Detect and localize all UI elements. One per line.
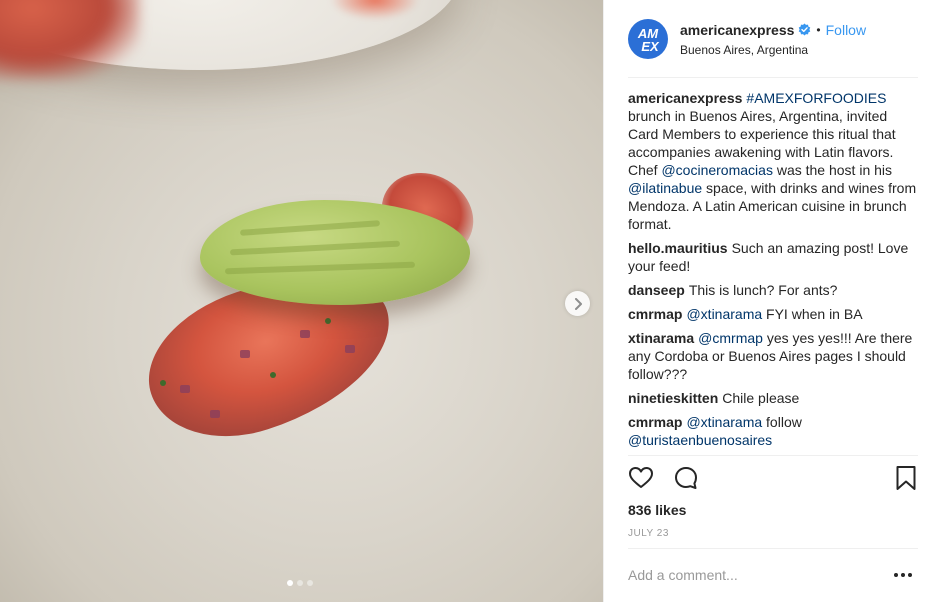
next-photo-button[interactable]: [565, 291, 590, 316]
comment-author[interactable]: xtinarama: [628, 330, 694, 346]
onion-bit: [345, 345, 355, 353]
herb-bit: [160, 380, 166, 386]
herb-bit: [325, 318, 331, 324]
caption-mention[interactable]: @ilatinabue: [628, 180, 702, 196]
onion-bit: [240, 350, 250, 358]
comment-mention[interactable]: @xtinarama: [686, 306, 762, 322]
herb-bit: [270, 372, 276, 378]
background-food-blur: [0, 0, 140, 80]
comment-button[interactable]: [673, 465, 699, 496]
chevron-right-icon: [574, 297, 582, 310]
header-line: americanexpress • Follow: [680, 22, 866, 38]
comment-author[interactable]: cmrmap: [628, 306, 682, 322]
divider: [628, 548, 918, 549]
onion-bit: [300, 330, 310, 338]
divider: [628, 455, 918, 456]
post-photo[interactable]: [0, 0, 603, 602]
post-header: AM EX americanexpress • Follow Buenos Ai…: [628, 17, 918, 61]
ellipsis-icon-dot: [901, 573, 905, 577]
onion-bit: [180, 385, 190, 393]
comment-mention[interactable]: @xtinarama: [686, 414, 762, 430]
heart-icon: [629, 467, 653, 488]
like-button[interactable]: [628, 465, 654, 496]
comment-text: This is lunch? For ants?: [688, 282, 838, 298]
save-button[interactable]: [894, 465, 918, 496]
ellipsis-icon-dot: [894, 573, 898, 577]
comment-author[interactable]: cmrmap: [628, 414, 682, 430]
caption-hashtag[interactable]: #AMEXFORFOODIES: [746, 90, 886, 106]
comment-item: danseep This is lunch? For ants?: [628, 281, 920, 299]
likes-count[interactable]: 836 likes: [628, 502, 686, 518]
comment-author[interactable]: ninetieskitten: [628, 390, 718, 406]
post-date[interactable]: JULY 23: [628, 528, 669, 539]
divider: [628, 77, 918, 78]
caption: americanexpress #AMEXFORFOODIES brunch in…: [628, 89, 920, 233]
onion-bit: [210, 410, 220, 418]
comment-mention[interactable]: @cmrmap: [698, 330, 763, 346]
caption-text: was the host in his: [772, 162, 893, 178]
comment-mention[interactable]: @turistaenbuenosaires: [628, 432, 772, 448]
comment-item: hello.mauritius Such an amazing post! Lov…: [628, 239, 920, 275]
comment-author[interactable]: hello.mauritius: [628, 240, 728, 256]
bookmark-icon: [896, 466, 916, 490]
comment-item: cmrmap @xtinarama follow @turistaenbuenos…: [628, 413, 920, 449]
comment-input[interactable]: [628, 562, 878, 588]
carousel-dot: [307, 580, 313, 586]
comment-text: Chile please: [722, 390, 800, 406]
header-text: americanexpress • Follow Buenos Aires, A…: [680, 22, 866, 57]
post-username[interactable]: americanexpress: [680, 22, 794, 38]
verified-badge-icon: [798, 23, 811, 36]
carousel-dot: [297, 580, 303, 586]
ellipsis-icon-dot: [908, 573, 912, 577]
more-options-button[interactable]: [894, 568, 914, 582]
background-food-blur-2: [330, 0, 420, 20]
action-bar: [628, 465, 920, 495]
carousel-indicator: [287, 580, 313, 586]
avatar[interactable]: AM EX: [628, 19, 668, 59]
comment-item: cmrmap @xtinarama FYI when in BA: [628, 305, 920, 323]
comment-item: xtinarama @cmrmap yes yes yes!!! Are ther…: [628, 329, 920, 383]
comment-item: ninetieskitten Chile please: [628, 389, 920, 407]
comment-text: FYI when in BA: [762, 306, 863, 322]
comments-list: americanexpress #AMEXFORFOODIES brunch in…: [628, 89, 920, 455]
follow-button[interactable]: Follow: [826, 22, 866, 38]
amex-logo-icon: AM EX: [637, 26, 660, 54]
post-location[interactable]: Buenos Aires, Argentina: [680, 43, 866, 57]
instagram-post: AM EX americanexpress • Follow Buenos Ai…: [0, 0, 939, 602]
comment-text: follow: [762, 414, 802, 430]
carousel-dot-active: [287, 580, 293, 586]
caption-mention[interactable]: @cocineromacias: [661, 162, 772, 178]
comment-author[interactable]: danseep: [628, 282, 685, 298]
post-sidebar: AM EX americanexpress • Follow Buenos Ai…: [603, 0, 939, 602]
svg-text:EX: EX: [641, 39, 660, 54]
speech-bubble-icon: [675, 467, 697, 489]
header-separator: •: [816, 22, 821, 37]
caption-author[interactable]: americanexpress: [628, 90, 742, 106]
